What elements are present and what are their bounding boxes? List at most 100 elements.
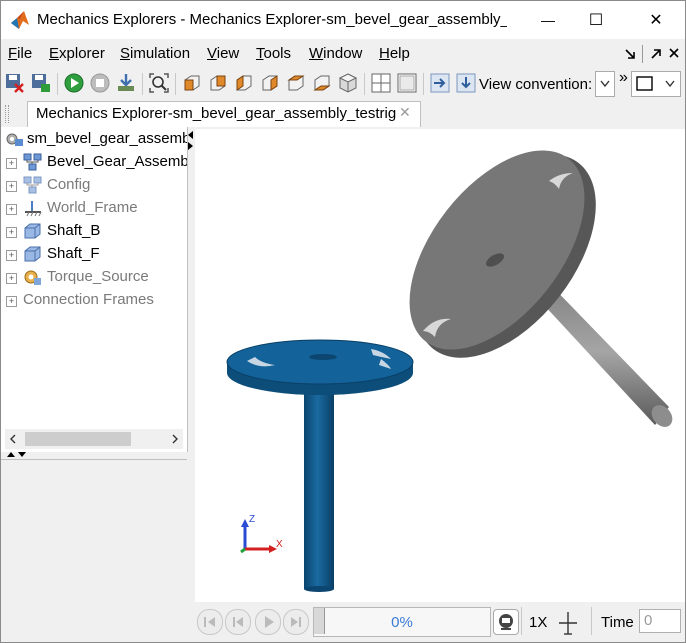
menu-tools[interactable]: Tools (256, 45, 291, 62)
step-back-button[interactable] (225, 609, 251, 635)
view-bottom-button[interactable] (311, 72, 333, 94)
view-left-button[interactable] (233, 72, 255, 94)
step-forward-icon (291, 617, 301, 627)
view-convention-dropdown[interactable] (595, 71, 615, 97)
close-button[interactable]: ✕ (633, 1, 679, 39)
maximize-button[interactable]: ☐ (573, 1, 619, 39)
gear-b-part (226, 339, 414, 395)
minimize-icon: — (541, 12, 555, 28)
tree-horizontal-scrollbar[interactable] (5, 429, 183, 449)
time-input[interactable]: 0 (639, 609, 681, 633)
view-isometric-3d-button[interactable] (337, 72, 359, 94)
menu-explorer[interactable]: Explorer (49, 45, 105, 62)
stop-button[interactable] (89, 72, 111, 94)
menu-view[interactable]: View (207, 45, 239, 62)
minimize-button[interactable]: — (525, 1, 571, 39)
expand-icon[interactable]: + (6, 227, 17, 238)
zoom-fit-icon (149, 73, 169, 93)
solid-block-icon (24, 246, 41, 262)
tab-label: Mechanics Explorer-sm_bevel_gear_assembl… (36, 105, 397, 122)
dock-arrow-icon[interactable] (649, 47, 663, 61)
x-axis-label: X (276, 539, 283, 550)
3d-viewport[interactable]: Z X (195, 129, 685, 602)
repeat-icon (499, 614, 513, 630)
tab-close-icon[interactable]: ✕ (399, 104, 411, 121)
view-top-button[interactable] (285, 72, 307, 94)
stop-recording-button[interactable] (4, 72, 26, 94)
skip-start-icon (204, 617, 215, 627)
scroll-right-icon[interactable] (171, 434, 179, 444)
scrollbar-thumb[interactable] (25, 432, 131, 446)
repeat-button[interactable] (493, 609, 519, 635)
tree-item-label: Config (47, 176, 91, 193)
playback-progress-bar[interactable]: 0% (313, 607, 491, 637)
shaft-b-part (304, 375, 334, 592)
bevel-gear-3d-render: Z X (226, 150, 673, 592)
menu-separator (642, 45, 643, 63)
tab-grip (5, 105, 9, 123)
toolbar-separator (423, 73, 424, 95)
view-convention-label: View convention: (479, 76, 593, 93)
toolbar-separator (57, 73, 58, 95)
maximize-icon: ☐ (588, 12, 604, 29)
playback-bar: 0% 1X Time 0 (195, 603, 685, 641)
menu-file[interactable]: File (8, 45, 32, 62)
tree-item-label: Shaft_F (47, 245, 100, 262)
playback-separator (521, 607, 522, 635)
expand-icon[interactable]: + (6, 204, 17, 215)
fit-to-view-button[interactable] (148, 72, 170, 94)
menu-help[interactable]: Help (379, 45, 410, 62)
menu-simulation[interactable]: Simulation (120, 45, 190, 62)
tab-mechanics-explorer[interactable]: Mechanics Explorer-sm_bevel_gear_assembl… (27, 101, 421, 127)
arrow-down-icon (456, 73, 476, 93)
layout-dropdown[interactable] (631, 71, 681, 97)
cube-left-icon (236, 75, 252, 91)
single-pane-icon (397, 73, 417, 93)
expand-icon[interactable]: + (6, 181, 17, 192)
tree-root-label: sm_bevel_gear_assembl (27, 130, 188, 147)
axes-triad-icon: Z X (240, 514, 283, 554)
move-down-button[interactable] (455, 72, 477, 94)
download-button[interactable] (115, 72, 137, 94)
title-bar: Mechanics Explorers - Mechanics Explorer… (1, 1, 685, 39)
scroll-left-icon[interactable] (9, 434, 17, 444)
step-forward-button[interactable] (283, 609, 309, 635)
z-axis-label: Z (249, 514, 255, 525)
cube-isometric-icon (338, 73, 358, 93)
single-view-layout-button[interactable] (396, 72, 418, 94)
save-stop-icon (6, 74, 24, 93)
single-pane-icon (636, 76, 653, 91)
chevron-down-icon (600, 80, 610, 88)
properties-pane (1, 459, 187, 642)
expand-icon[interactable]: + (6, 158, 17, 169)
view-isometric-button[interactable] (181, 72, 203, 94)
collapse-tree-icon[interactable] (187, 129, 194, 151)
view-right-button[interactable] (259, 72, 281, 94)
menu-bar: File Explorer Simulation View Tools Wind… (1, 41, 685, 67)
play-icon (64, 73, 84, 93)
chevron-down-icon (665, 80, 675, 88)
four-pane-icon (371, 73, 391, 93)
save-video-button[interactable] (30, 72, 52, 94)
expand-icon[interactable]: + (6, 296, 17, 307)
rate-slider[interactable] (557, 609, 579, 635)
move-right-button[interactable] (429, 72, 451, 94)
close-panel-icon[interactable] (668, 47, 680, 59)
playback-play-button[interactable] (255, 609, 281, 635)
undock-arrow-icon[interactable] (623, 47, 637, 61)
toolbar-overflow-button[interactable]: » (619, 69, 628, 87)
toolbar-separator (364, 73, 365, 95)
expand-icon[interactable]: + (6, 250, 17, 261)
view-back-button[interactable] (207, 72, 229, 94)
toolbar: View convention: (1, 69, 685, 101)
four-view-layout-button[interactable] (370, 72, 392, 94)
play-button[interactable] (63, 72, 85, 94)
document-tabstrip: Mechanics Explorer-sm_bevel_gear_assembl… (1, 101, 685, 127)
menu-window[interactable]: Window (309, 45, 362, 62)
source-icon (24, 270, 41, 285)
cube-front-icon (184, 75, 200, 91)
skip-to-start-button[interactable] (197, 609, 223, 635)
collapse-lower-pane-icon[interactable] (5, 451, 29, 459)
expand-icon[interactable]: + (6, 273, 17, 284)
stop-icon (90, 73, 110, 93)
